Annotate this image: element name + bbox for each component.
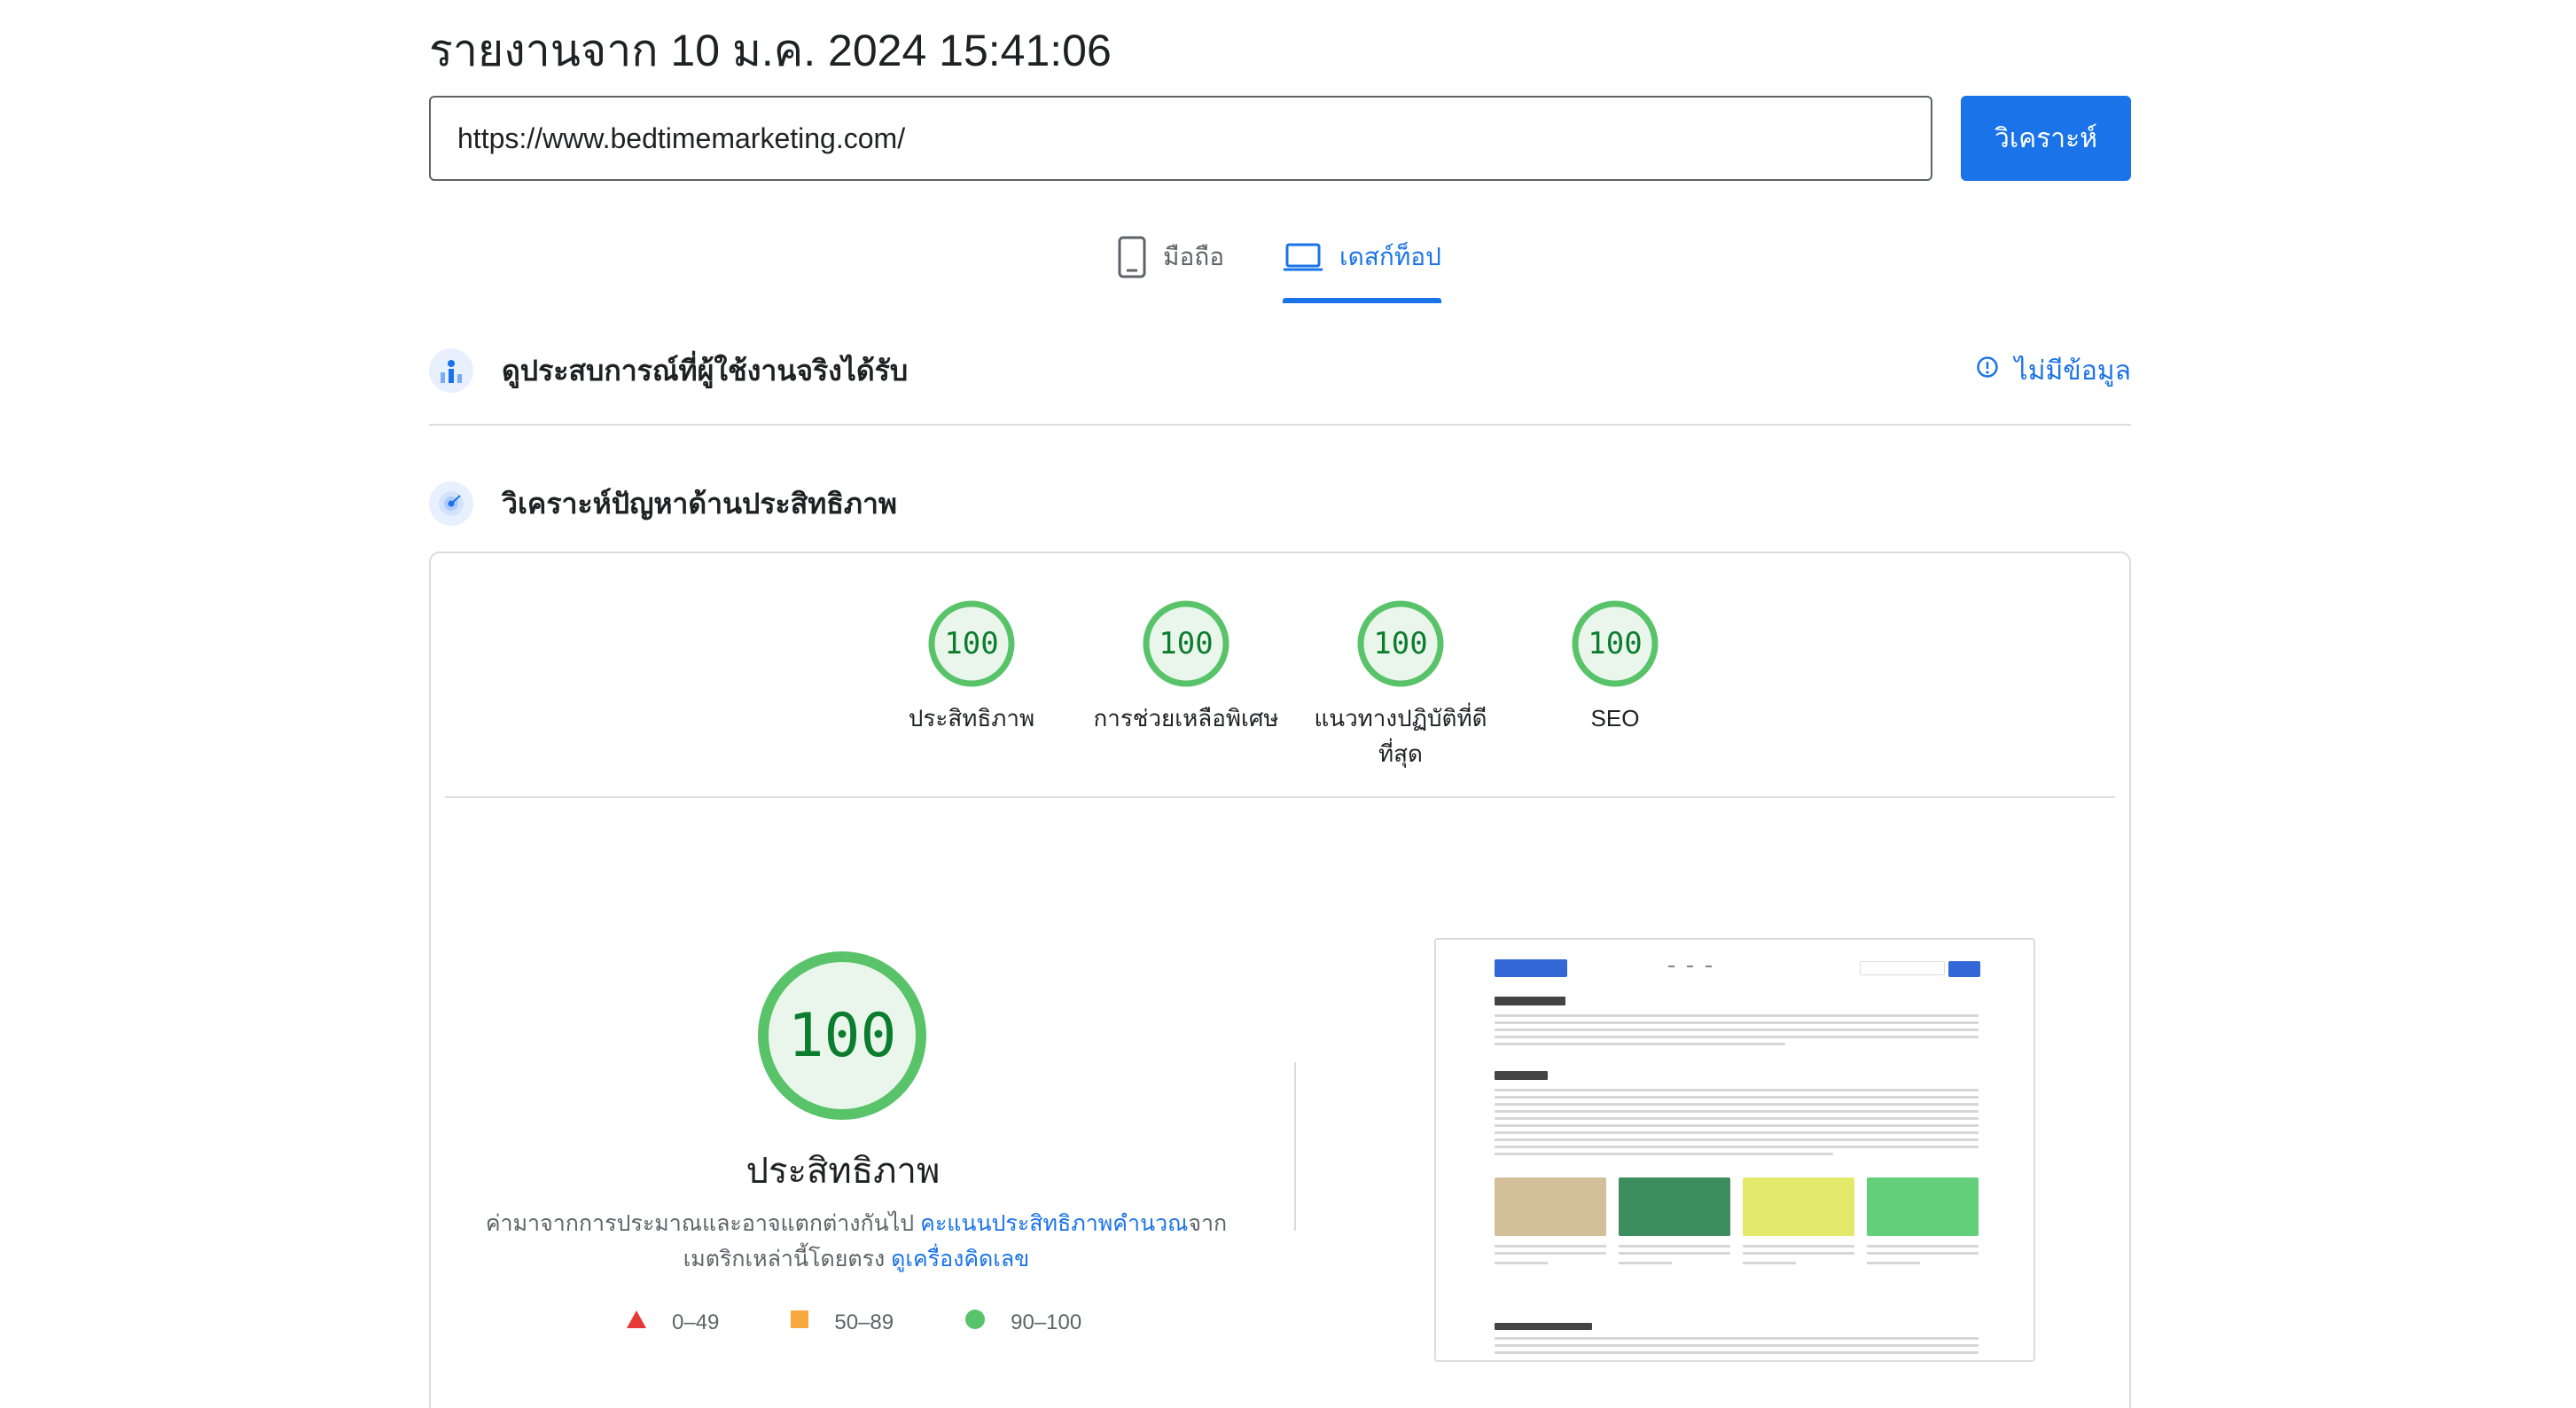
legend-pass: 90–100 bbox=[964, 1309, 1081, 1336]
tab-mobile-label: มือถือ bbox=[1163, 243, 1225, 270]
thumb-cards bbox=[1495, 1177, 1979, 1264]
score-title-seo: SEO bbox=[1590, 705, 1640, 731]
thumb-card bbox=[1619, 1177, 1730, 1264]
lab-data-section: วิเคราะห์ปัญหาด้านประสิทธิภาพ bbox=[429, 461, 2131, 546]
thumb-paragraph-3 bbox=[1495, 1337, 1979, 1358]
info-icon bbox=[1976, 356, 1999, 386]
circle-icon bbox=[964, 1309, 986, 1336]
mobile-phone-icon bbox=[1117, 236, 1147, 285]
performance-score: 100 bbox=[787, 1000, 897, 1071]
field-data-status-text: ไม่มีข้อมูล bbox=[2014, 356, 2131, 386]
legend-average: 50–89 bbox=[790, 1310, 894, 1335]
score-value: 100 bbox=[1373, 626, 1428, 661]
field-data-status[interactable]: ไม่มีข้อมูล bbox=[1976, 350, 2131, 392]
lab-data-label: วิเคราะห์ปัญหาด้านประสิทธิภาพ bbox=[502, 487, 898, 520]
thumb-logo bbox=[1495, 959, 1567, 977]
report-title: รายงานจาก 10 ม.ค. 2024 15:41:06 bbox=[429, 26, 1112, 75]
legend-range: 90–100 bbox=[1011, 1310, 1082, 1334]
users-chart-icon bbox=[429, 348, 473, 393]
tab-desktop[interactable]: เดสก์ท็อป bbox=[1283, 232, 1441, 303]
score-value: 100 bbox=[1159, 626, 1214, 661]
thumb-nav: ▬ ▬ ▬ bbox=[1668, 963, 1712, 969]
score-title-best-practices: แนวทางปฏิบัติที่ดีที่สุด bbox=[1314, 705, 1487, 767]
gauges-divider bbox=[445, 796, 2115, 798]
score-legend: 0–49 50–89 90–100 bbox=[626, 1309, 1081, 1336]
thumb-subheading bbox=[1495, 1071, 1548, 1080]
score-gauge-best-practices[interactable]: 100 bbox=[1356, 599, 1445, 688]
url-input[interactable] bbox=[429, 96, 1932, 181]
thumb-search-button bbox=[1948, 961, 1980, 977]
score-title-accessibility: การช่วยเหลือพิเศษ bbox=[1093, 705, 1279, 731]
analyze-button[interactable]: วิเคราะห์ bbox=[1961, 96, 2131, 181]
diagnostics-radar-icon bbox=[429, 481, 473, 526]
triangle-icon bbox=[626, 1310, 647, 1335]
desc-text-1: ค่ามาจากการประมาณและอาจแตกต่างกันไป bbox=[485, 1211, 921, 1236]
score-gauge-accessibility[interactable]: 100 bbox=[1142, 599, 1230, 688]
thumb-paragraph bbox=[1495, 1014, 1979, 1050]
legend-range: 0–49 bbox=[672, 1310, 720, 1334]
score-value: 100 bbox=[1588, 626, 1643, 661]
vertical-divider bbox=[1294, 1062, 1296, 1231]
field-data-section: ดูประสบการณ์ที่ผู้ใช้งานจริงได้รับ ไม่มี… bbox=[429, 328, 2131, 413]
final-screenshot[interactable]: ▬ ▬ ▬ bbox=[1434, 938, 2035, 1362]
legend-range: 50–89 bbox=[834, 1310, 894, 1334]
section-divider bbox=[429, 424, 2131, 426]
legend-fail: 0–49 bbox=[626, 1310, 719, 1335]
thumb-card bbox=[1495, 1177, 1606, 1264]
performance-title: ประสิทธิภาพ bbox=[745, 1152, 941, 1191]
calculator-link[interactable]: ดูเครื่องคิดเลข bbox=[891, 1247, 1029, 1271]
performance-calc-link[interactable]: คะแนนประสิทธิภาพคำนวณ bbox=[920, 1211, 1188, 1236]
thumb-card bbox=[1743, 1177, 1854, 1264]
thumb-paragraph-2 bbox=[1495, 1089, 1979, 1160]
tab-desktop-label: เดสก์ท็อป bbox=[1339, 243, 1441, 270]
thumb-search bbox=[1860, 961, 1945, 975]
device-tabs: มือถือ เดสก์ท็อป bbox=[1117, 232, 1441, 303]
thumb-footer-heading bbox=[1495, 1323, 1592, 1330]
score-value: 100 bbox=[944, 626, 999, 661]
laptop-icon bbox=[1283, 236, 1323, 285]
score-title-performance: ประสิทธิภาพ bbox=[908, 705, 1035, 731]
field-data-label: ดูประสบการณ์ที่ผู้ใช้งานจริงได้รับ bbox=[502, 354, 909, 387]
performance-gauge: 100 bbox=[755, 949, 929, 1122]
thumb-card bbox=[1867, 1177, 1979, 1264]
score-gauge-performance[interactable]: 100 bbox=[927, 599, 1016, 688]
performance-description: ค่ามาจากการประมาณและอาจแตกต่างกันไป คะแน… bbox=[484, 1206, 1229, 1277]
square-icon bbox=[790, 1310, 809, 1335]
tab-mobile[interactable]: มือถือ bbox=[1117, 232, 1224, 303]
thumb-heading bbox=[1495, 997, 1565, 1005]
report-card: 100 ประสิทธิภาพ 100 การช่วยเหลือพิเศษ 10… bbox=[429, 551, 2131, 1408]
score-gauge-seo[interactable]: 100 bbox=[1571, 599, 1659, 688]
